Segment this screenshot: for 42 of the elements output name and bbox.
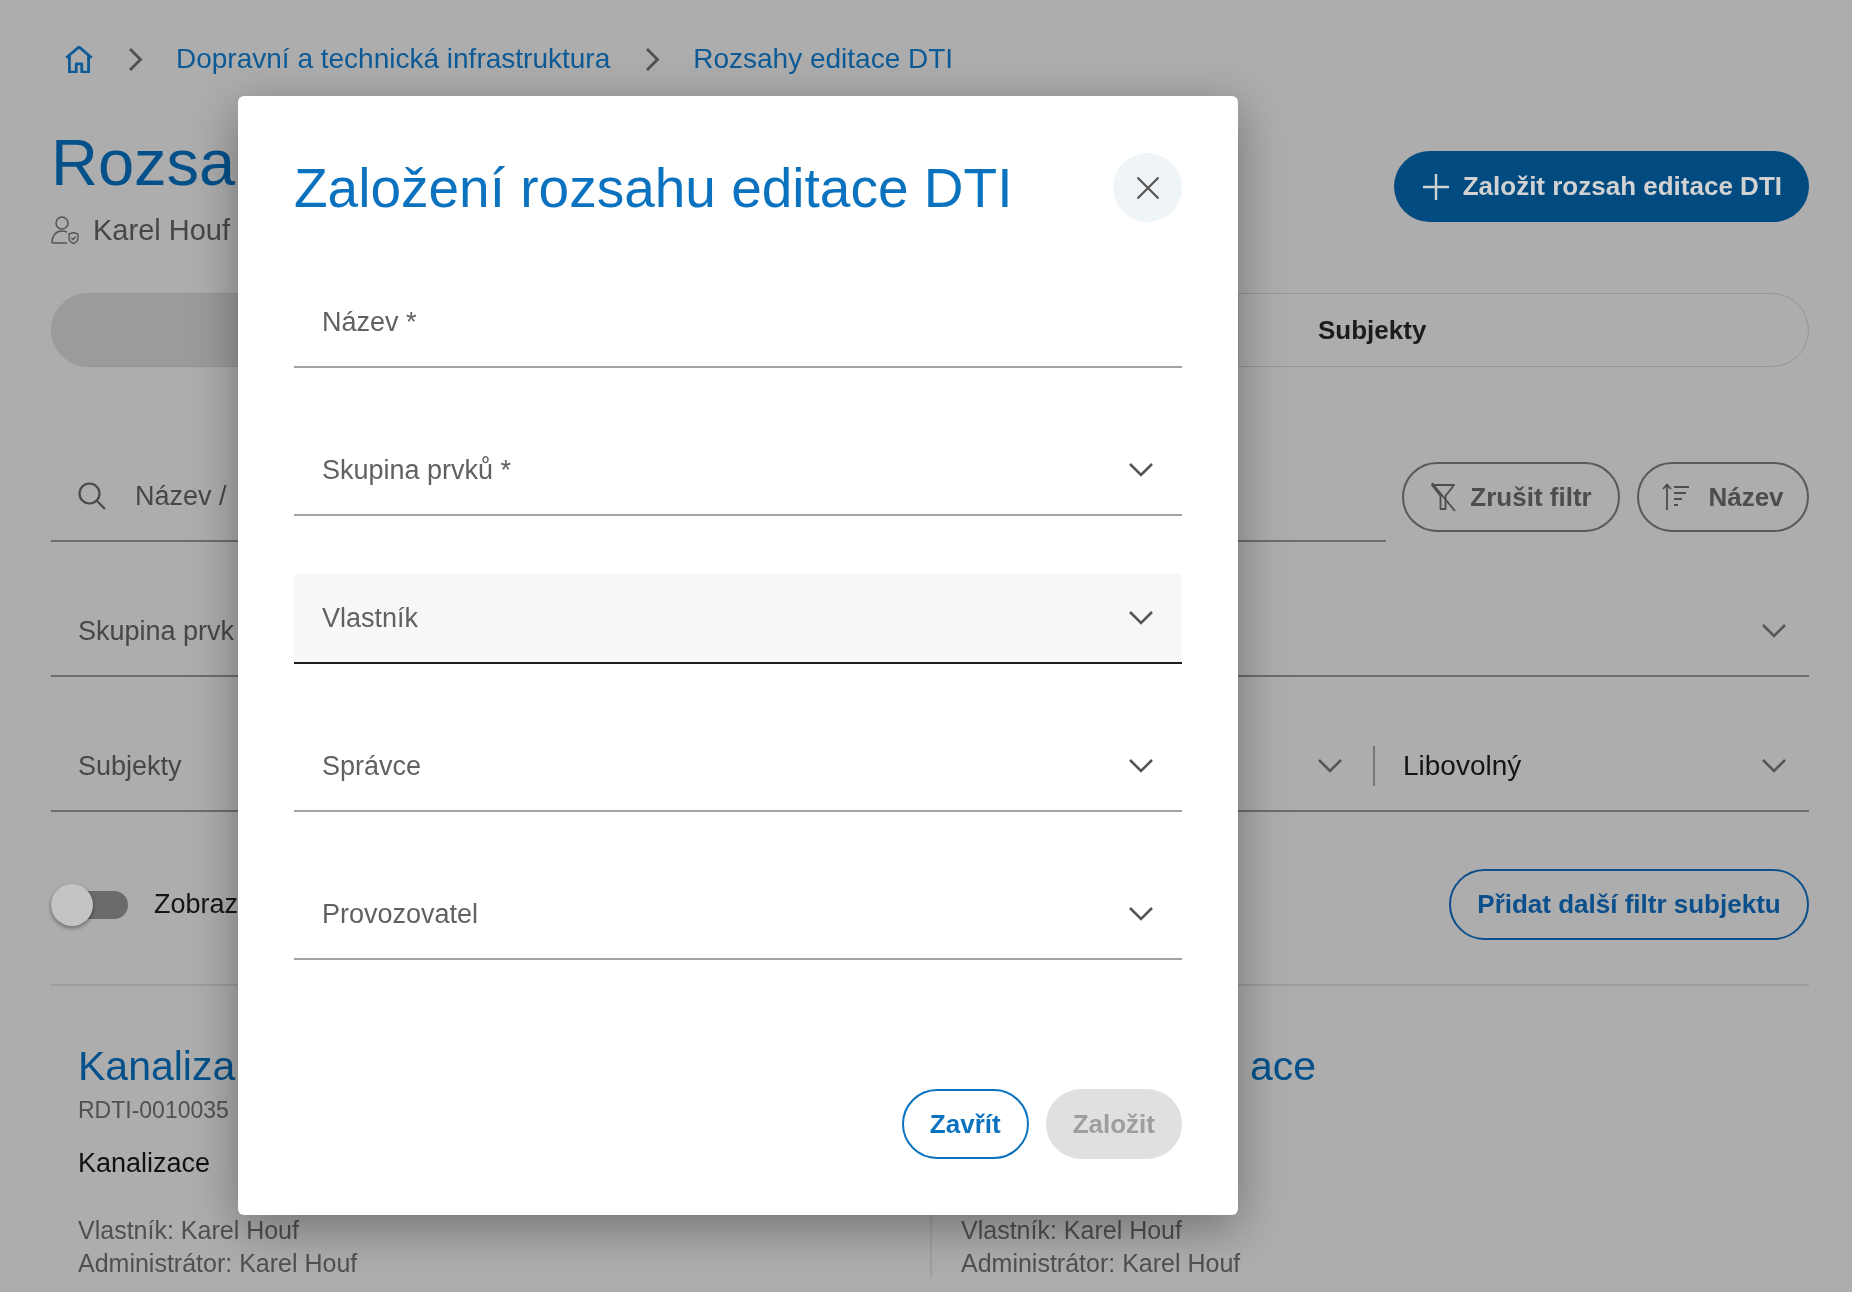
chevron-down-icon <box>1128 462 1154 478</box>
clear-filter-button[interactable]: Zrušit filtr <box>1402 462 1620 532</box>
card-administrator: Administrátor: Karel Houf <box>78 1248 358 1278</box>
chevron-down-icon <box>1128 758 1154 774</box>
chevron-down-icon <box>1761 758 1787 774</box>
dialog-title: Založení rozsahu editace DTI <box>294 155 1013 220</box>
funnel-slash-icon <box>1430 482 1457 512</box>
chevron-down-icon <box>1128 610 1154 626</box>
chevron-down-icon <box>1128 906 1154 922</box>
plus-icon <box>1422 173 1449 200</box>
search-field[interactable]: Název / <box>135 476 235 516</box>
toggle-switch[interactable] <box>51 883 128 926</box>
sort-icon <box>1662 483 1691 511</box>
card-subtitle: Kanalizace <box>78 1147 211 1179</box>
card-title[interactable]: Kanaliza <box>78 1042 236 1090</box>
page-title: Rozsa <box>51 131 236 195</box>
chevron-down-icon[interactable] <box>1317 758 1343 774</box>
breadcrumb-link[interactable]: Dopravní a technická infrastruktura <box>176 42 611 76</box>
cancel-button[interactable]: Zavřít <box>901 1089 1029 1159</box>
dropdown-field[interactable]: Vlastník <box>294 574 1182 664</box>
add-filter-button[interactable]: Přidat další filtr subjektu <box>1449 869 1809 940</box>
create-button[interactable]: Založit rozsah editace DTI <box>1393 151 1809 222</box>
close-icon <box>1135 175 1160 200</box>
breadcrumb-link[interactable]: Rozsahy editace DTI <box>693 42 954 76</box>
dropdown-field[interactable]: Skupina prvk <box>51 587 238 675</box>
chevron-down-icon[interactable] <box>1761 623 1787 639</box>
card-owner: Vlastník: Karel Houf <box>78 1215 299 1245</box>
toggle-label: Zobraz <box>154 888 239 922</box>
dropdown-field[interactable]: Libovolný <box>1375 722 1809 810</box>
card-owner: Vlastník: Karel Houf <box>961 1215 1182 1245</box>
chevron-right-icon <box>645 46 661 72</box>
chevron-right-icon <box>128 46 143 72</box>
search-icon <box>78 482 106 510</box>
user-shield-icon <box>51 215 79 245</box>
card-title[interactable]: ace <box>1250 1042 1317 1090</box>
sort-button[interactable]: Název <box>1637 462 1809 532</box>
home-icon[interactable] <box>65 45 93 73</box>
card-code: RDTI-0010035 <box>78 1096 229 1124</box>
tab[interactable]: Subjekty <box>1239 294 1808 366</box>
dropdown-field[interactable]: Subjekty <box>51 722 238 810</box>
card-administrator: Administrátor: Karel Houf <box>961 1248 1241 1278</box>
owner-name: Karel Houf <box>93 214 230 246</box>
